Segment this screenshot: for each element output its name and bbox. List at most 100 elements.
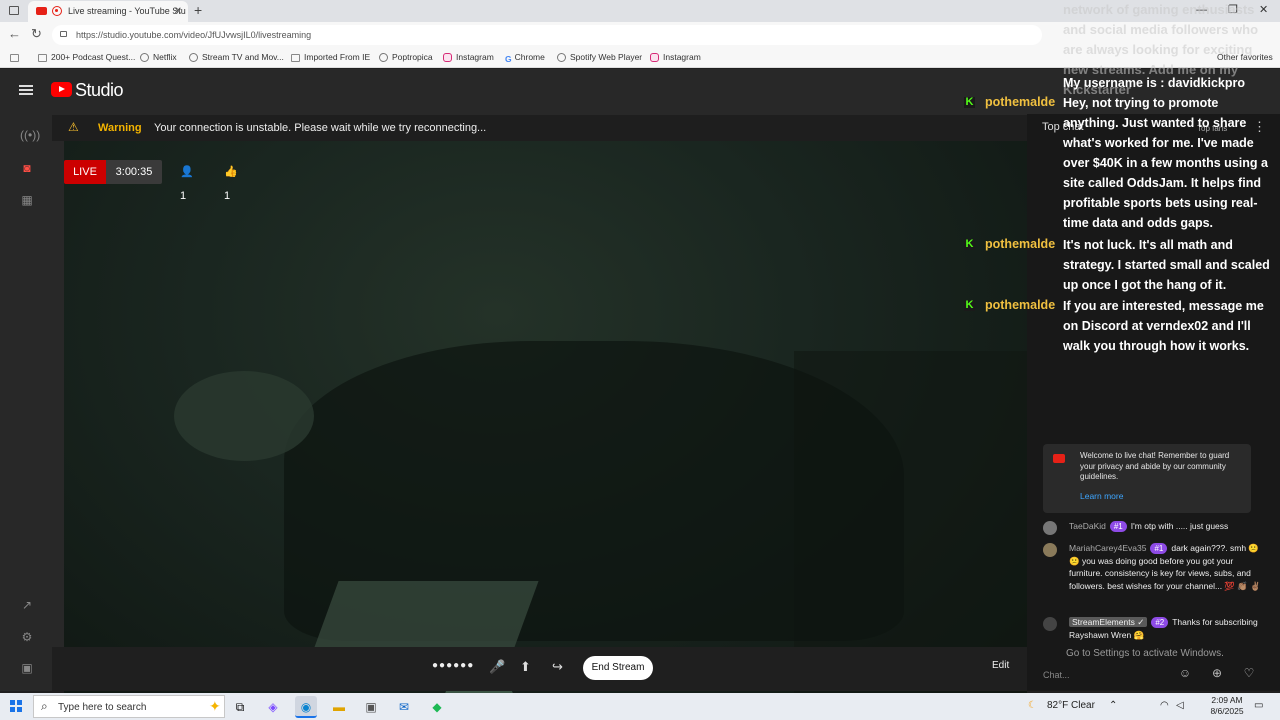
studio-logo-text[interactable]: Studio — [75, 80, 124, 101]
camera-icon[interactable]: ◙ — [20, 161, 34, 175]
refresh-icon[interactable]: ↻ — [31, 26, 42, 42]
emoji-icon[interactable]: ☺ — [1177, 665, 1193, 681]
more-options-icon[interactable]: ⋮ — [1253, 119, 1266, 135]
back-arrow-icon[interactable]: ← — [8, 26, 21, 41]
warning-icon: ⚠ — [68, 120, 79, 134]
chat-input-row: ☺ ⊕ ♡ — [1027, 659, 1280, 691]
bookmark-item[interactable]: Imported From IE — [291, 52, 370, 62]
bookmark-item[interactable]: Instagram — [443, 52, 494, 62]
share-icon[interactable]: ↪ — [552, 659, 563, 675]
share-screen-icon[interactable]: ⬆ — [520, 659, 531, 675]
like-count: 👍1 — [224, 166, 238, 202]
tab-actions-icon[interactable] — [9, 6, 19, 15]
bookmarks-bar: 200+ Podcast Quest... Netflix Stream TV … — [0, 48, 1280, 68]
chat-author[interactable]: MariahCarey4Eva35 — [1069, 543, 1146, 553]
search-highlight-icon: ✦ — [209, 698, 221, 714]
youtube-logo-icon[interactable] — [51, 82, 72, 97]
youtube-logo-icon — [1053, 454, 1065, 463]
live-chat-panel: Top chat Top fans ⋮ Welcome to live chat… — [1027, 114, 1280, 691]
other-favorites[interactable]: Other favorites — [1217, 52, 1273, 62]
youtube-favicon-icon — [36, 7, 47, 15]
viewer-count: 👤1 — [180, 166, 194, 202]
edge-browser-icon[interactable]: ◉ — [295, 696, 317, 718]
microphone-icon[interactable]: 🎤 — [489, 659, 505, 675]
settings-gear-icon[interactable]: ⚙ — [20, 630, 34, 644]
edit-button[interactable]: Edit — [992, 660, 1009, 671]
url-field[interactable]: https://studio.youtube.com/video/JfUJvws… — [52, 25, 1042, 45]
warning-title: Warning — [98, 122, 142, 134]
taskbar-search[interactable]: ⌕ ✦ — [33, 695, 225, 718]
weather-text[interactable]: 82°F Clear — [1047, 700, 1095, 711]
chat-author[interactable]: StreamElements ✓ — [1069, 617, 1148, 627]
bookmark-item[interactable]: Instagram — [650, 52, 701, 62]
maximize-button[interactable]: ❐ — [1228, 0, 1238, 21]
bookmark-item[interactable]: Poptropica — [379, 52, 433, 62]
chat-header: Top chat Top fans ⋮ — [1027, 114, 1280, 144]
chat-author[interactable]: TaeDaKid — [1069, 521, 1106, 531]
file-explorer-icon[interactable]: ▬ — [328, 696, 350, 718]
external-link-icon[interactable]: ↗ — [20, 598, 34, 612]
notifications-icon[interactable]: ▭ — [1254, 700, 1263, 711]
bookmark-item[interactable]: Netflix — [140, 52, 177, 62]
recording-indicator-icon — [52, 6, 62, 16]
feedback-icon[interactable]: ▣ — [20, 661, 34, 675]
avatar — [1043, 543, 1057, 557]
welcome-banner: Welcome to live chat! Remember to guard … — [1043, 444, 1251, 513]
windows-taskbar: ⌕ ✦ ⧉ ◈ ◉ ▬ ▣ ✉ ◆ ☾ 82°F Clear ⌃ ◠ ◁ 2:0… — [0, 693, 1280, 720]
avatar — [1043, 521, 1057, 535]
store-icon[interactable]: ▣ — [360, 696, 382, 718]
new-tab-button[interactable]: + — [194, 0, 202, 21]
copilot-icon[interactable]: ◈ — [262, 696, 284, 718]
tab-title: Live streaming - YouTube Stu — [68, 6, 186, 16]
bookmark-item[interactable]: Spotify Web Player — [557, 52, 642, 62]
minimize-button[interactable]: — — [1196, 0, 1207, 21]
viewers-icon: 👤 — [180, 166, 194, 178]
elapsed-time: 3:00:35 — [106, 160, 162, 184]
browser-tab-active[interactable]: Live streaming - YouTube Stu ✕ — [28, 1, 188, 22]
bookmark-item[interactable]: 200+ Podcast Quest... — [38, 52, 135, 62]
chat-text: I'm otp with ..... just guess — [1130, 521, 1229, 531]
end-stream-button[interactable]: End Stream — [583, 656, 653, 680]
calendar-icon[interactable]: ▦ — [20, 193, 34, 207]
search-icon: ⌕ — [41, 699, 48, 713]
add-icon[interactable]: ⊕ — [1209, 665, 1225, 681]
stream-controls-bar: ●●●●●● 🎤 ⬆ ↪ End Stream Edit — [52, 647, 1027, 691]
live-badge: LIVE — [64, 160, 106, 184]
activate-windows-watermark: Go to Settings to activate Windows. — [1066, 648, 1224, 659]
weather-icon: ☾ — [1028, 700, 1037, 711]
address-bar-row: ← ↻ https://studio.youtube.com/video/JfU… — [0, 22, 1280, 48]
close-window-button[interactable]: ✕ — [1259, 0, 1268, 21]
system-clock[interactable]: 2:09 AM 8/6/2025 — [1207, 695, 1247, 717]
connection-warning-bar: ⚠ Warning Your connection is unstable. P… — [52, 115, 1027, 141]
outlook-icon[interactable]: ✉ — [393, 696, 415, 718]
search-input[interactable] — [58, 699, 198, 715]
chat-input[interactable] — [1043, 665, 1173, 685]
menu-icon[interactable] — [19, 85, 33, 95]
avatar — [1043, 617, 1057, 631]
tray-chevron-icon[interactable]: ⌃ — [1109, 700, 1117, 711]
bookmark-item[interactable]: Stream TV and Mov... — [189, 52, 284, 62]
task-view-icon[interactable]: ⧉ — [229, 696, 251, 718]
wifi-icon[interactable]: ◠ — [1160, 700, 1169, 711]
app-icon[interactable]: ◆ — [426, 696, 448, 718]
stream-video-preview — [64, 141, 1027, 716]
warning-message: Your connection is unstable. Please wait… — [154, 122, 487, 134]
tab-close-icon[interactable]: ✕ — [174, 1, 182, 22]
clock-time: 2:09 AM — [1211, 695, 1243, 705]
url-text: https://studio.youtube.com/video/JfUJvws… — [76, 30, 312, 40]
rank-badge: #1 — [1109, 521, 1127, 532]
top-fans-tab[interactable]: Top fans — [1197, 124, 1227, 133]
heart-icon[interactable]: ♡ — [1241, 665, 1257, 681]
learn-more-link[interactable]: Learn more — [1080, 491, 1123, 501]
clock-date: 8/6/2025 — [1210, 706, 1244, 716]
rank-badge: #2 — [1151, 617, 1169, 628]
volume-icon[interactable]: ◁ — [1176, 700, 1184, 711]
windows-start-icon[interactable] — [10, 700, 22, 712]
thumbs-up-icon: 👍 — [224, 166, 238, 178]
audio-level-icon: ●●●●●● — [432, 660, 475, 671]
top-chat-dropdown[interactable]: Top chat — [1042, 121, 1084, 133]
stream-icon[interactable]: ((•)) — [20, 128, 40, 142]
studio-app: Studio ((•)) ◙ ▦ ↗ ⚙ ▣ ⚠ Warning Your co… — [0, 69, 1280, 716]
bookmarks-menu-icon[interactable] — [10, 52, 23, 62]
bookmark-item[interactable]: G Chrome — [505, 52, 545, 64]
